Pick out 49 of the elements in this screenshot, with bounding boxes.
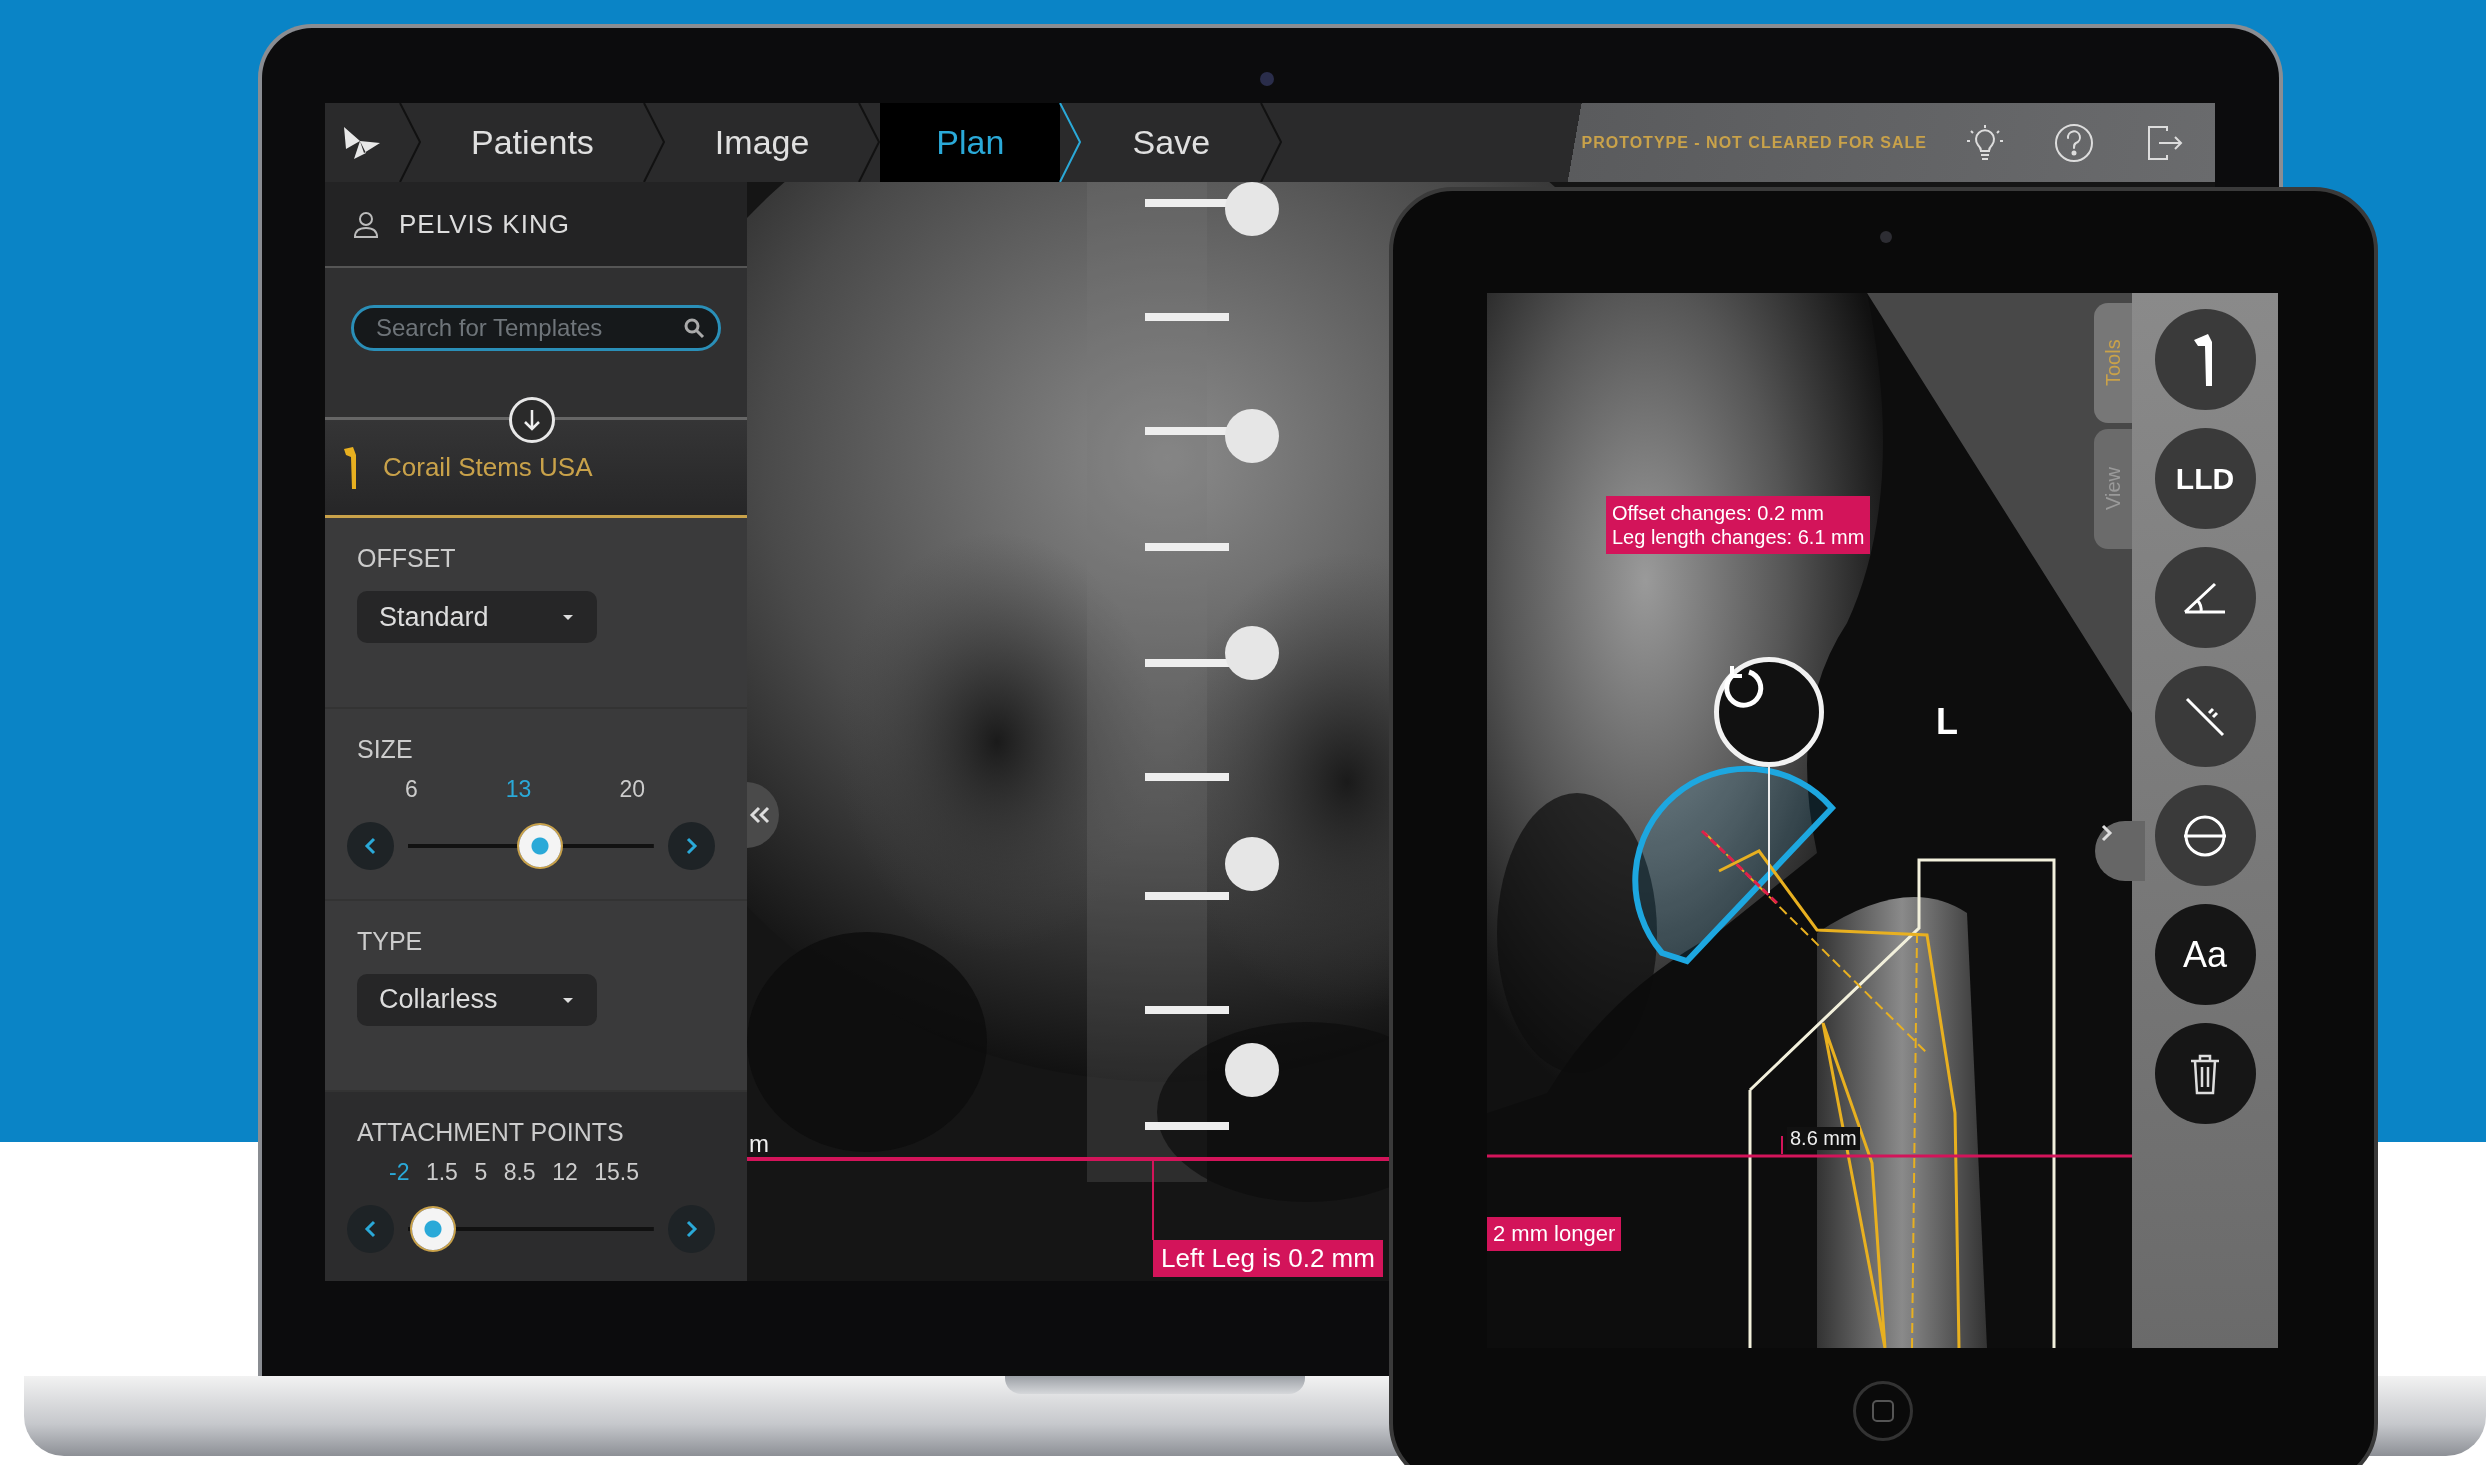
tick-label: -2 <box>389 1158 410 1186</box>
user-icon <box>353 210 379 238</box>
camera-dot <box>1880 231 1892 243</box>
template-name[interactable]: Corail Stems USA <box>383 452 593 483</box>
breadcrumb-tab[interactable]: Patients <box>421 103 644 182</box>
caret-icon <box>561 612 575 622</box>
tick-label: 8.5 <box>503 1158 536 1186</box>
slider-thumb[interactable] <box>519 825 561 868</box>
change-note: Offset changes: 0.2 mm Leg length changes: 6.1 mm <box>1606 496 1871 554</box>
tick-label: 6 <box>405 776 418 804</box>
tick-label: 13 <box>505 776 532 804</box>
breadcrumb-tab[interactable]: Image <box>664 103 860 182</box>
down-arrow-icon <box>521 408 543 432</box>
tick-label: 1.5 <box>425 1158 458 1186</box>
section-label: ATTACHMENT POINTS <box>357 1117 624 1147</box>
tick-label: 5 <box>474 1158 488 1186</box>
side-label: L <box>1936 701 1958 743</box>
tool-button[interactable]: Aa <box>2154 904 2256 1005</box>
search-field[interactable]: Search for Templates <box>351 304 721 351</box>
section-label: OFFSET <box>357 544 456 573</box>
dropdown[interactable]: Collarless <box>357 973 597 1026</box>
tick-label: 12 <box>552 1158 578 1186</box>
section-label: SIZE <box>357 735 413 765</box>
tick-label: 15.5 <box>594 1158 639 1186</box>
slider-thumb[interactable] <box>412 1207 455 1250</box>
separator-chevron-icon <box>399 103 421 182</box>
separator-chevron-icon <box>858 103 881 182</box>
tool-button[interactable]: LLD <box>2154 428 2256 529</box>
breadcrumb-tab[interactable]: Plan <box>880 103 1061 182</box>
measure-label: m <box>749 1130 769 1158</box>
separator-chevron-icon <box>1059 103 1082 182</box>
leader-line <box>1781 1135 1783 1155</box>
measure-label: 8.6 mm <box>1787 1127 1860 1150</box>
leg-length-note: Left Leg is 0.2 mm <box>1153 1240 1383 1277</box>
dropdown[interactable]: Standard <box>357 591 597 643</box>
patient-name: PELVIS KING <box>399 208 570 240</box>
double-chevron-icon <box>749 805 771 825</box>
section-label: TYPE <box>357 926 423 956</box>
trash-icon <box>2189 1052 2221 1095</box>
search-icon <box>683 316 705 339</box>
separator-chevron-icon <box>1260 103 1283 182</box>
separator-chevron-icon <box>642 103 665 182</box>
download-button[interactable] <box>509 397 555 443</box>
breadcrumb-tab[interactable]: Save <box>1081 103 1262 182</box>
tick-label: 20 <box>619 776 645 804</box>
leg-length-note: 2 mm longer <box>1487 1217 1622 1251</box>
home-button[interactable] <box>1853 1381 1913 1441</box>
camera-dot <box>1260 72 1274 86</box>
prototype-notice: PROTOTYPE - NOT CLEARED FOR SALE <box>1581 133 1927 152</box>
